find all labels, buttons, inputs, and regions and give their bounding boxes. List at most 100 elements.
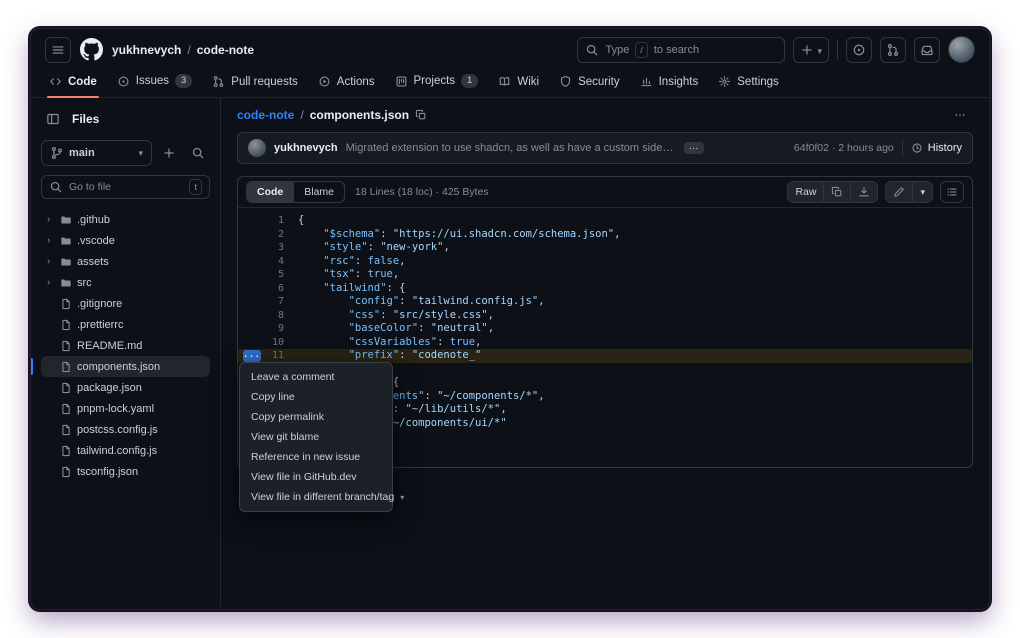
hamburger-menu-button[interactable] — [45, 37, 71, 63]
line-number[interactable]: 6 — [238, 282, 298, 296]
tree-item-src[interactable]: src — [41, 272, 210, 293]
menu-item-view-file-in-github-dev[interactable]: View file in GitHub.dev — [240, 467, 392, 487]
add-file-button[interactable] — [157, 141, 181, 165]
commit-message-expand-button[interactable] — [684, 142, 704, 154]
code-line-9: 9 "baseColor": "neutral", — [238, 322, 972, 336]
search-icon — [585, 43, 599, 57]
line-number[interactable]: 4 — [238, 255, 298, 269]
file-tree-sidebar: Files main Go to file t .g — [31, 98, 221, 607]
tree-item-postcss-config-js[interactable]: postcss.config.js — [41, 419, 210, 440]
copy-raw-button[interactable] — [823, 182, 850, 202]
tab-security[interactable]: Security — [551, 70, 628, 97]
tree-item-gitignore[interactable]: .gitignore — [41, 293, 210, 314]
breadcrumb-repo-link[interactable]: code-note — [237, 108, 294, 122]
tree-item-prettierrc[interactable]: .prettierrc — [41, 314, 210, 335]
commit-sha-link[interactable]: 64f0f02 — [794, 142, 829, 154]
edit-file-group — [885, 181, 933, 203]
pull-requests-dashboard-button[interactable] — [880, 37, 906, 63]
tab-pull-requests[interactable]: Pull requests — [204, 70, 305, 97]
tree-item-assets[interactable]: assets — [41, 251, 210, 272]
edit-file-button[interactable] — [886, 182, 912, 202]
tree-item-vscode[interactable]: .vscode — [41, 230, 210, 251]
tree-item-github[interactable]: .github — [41, 209, 210, 230]
tree-item-label: .vscode — [77, 235, 115, 247]
main-area: Files main Go to file t .g — [31, 98, 989, 607]
go-to-file-key-hint: t — [189, 179, 202, 195]
file-icon — [60, 340, 72, 352]
line-number[interactable]: 8 — [238, 309, 298, 323]
tree-item-pnpm-lock-yaml[interactable]: pnpm-lock.yaml — [41, 398, 210, 419]
line-number[interactable]: 3 — [238, 241, 298, 255]
file-icon — [60, 382, 72, 394]
code-view-button[interactable]: Code — [247, 182, 293, 202]
tab-insights[interactable]: Insights — [632, 70, 707, 97]
tree-item-package-json[interactable]: package.json — [41, 377, 210, 398]
collapse-file-tree-button[interactable] — [41, 107, 65, 131]
code-line-1: 1{ — [238, 214, 972, 228]
breadcrumb-owner-link[interactable]: yukhnevych — [112, 43, 181, 57]
file-icon — [60, 319, 72, 331]
copy-path-icon[interactable] — [415, 109, 427, 121]
menu-item-view-git-blame[interactable]: View git blame — [240, 427, 392, 447]
tab-issues[interactable]: Issues3 — [109, 69, 201, 97]
symbols-panel-button[interactable] — [940, 181, 964, 203]
tree-item-label: postcss.config.js — [77, 424, 158, 436]
line-number[interactable]: 2 — [238, 228, 298, 242]
history-label: History — [928, 142, 962, 154]
edit-file-dropdown-button[interactable] — [912, 182, 932, 202]
breadcrumb-repo-link[interactable]: code-note — [197, 43, 254, 57]
line-number[interactable]: 1 — [238, 214, 298, 228]
chevron-right-icon — [47, 215, 55, 225]
notifications-inbox-button[interactable] — [914, 37, 940, 63]
menu-item-reference-in-new-issue[interactable]: Reference in new issue — [240, 447, 392, 467]
download-raw-button[interactable] — [850, 182, 877, 202]
create-new-button[interactable] — [793, 37, 829, 63]
go-to-file-input[interactable]: Go to file t — [41, 175, 210, 199]
history-button[interactable]: History — [911, 142, 962, 154]
blame-view-button[interactable]: Blame — [293, 182, 344, 202]
commit-author-avatar[interactable] — [248, 139, 266, 157]
menu-item-label: View git blame — [251, 431, 319, 443]
line-number[interactable]: 10 — [238, 336, 298, 350]
tab-actions[interactable]: Actions — [310, 70, 383, 97]
tree-item-components-json[interactable]: components.json — [41, 356, 210, 377]
tree-item-tailwind-config-js[interactable]: tailwind.config.js — [41, 440, 210, 461]
tab-wiki[interactable]: Wiki — [490, 70, 547, 97]
chevron-right-icon — [47, 236, 55, 246]
menu-item-copy-permalink[interactable]: Copy permalink — [240, 407, 392, 427]
repo-nav-tabs: CodeIssues3Pull requestsActionsProjects1… — [31, 69, 989, 98]
branch-selector-button[interactable]: main — [41, 140, 152, 166]
issues-dashboard-button[interactable] — [846, 37, 872, 63]
line-kebab-button[interactable] — [243, 350, 261, 362]
tab-projects[interactable]: Projects1 — [387, 69, 487, 97]
line-content: "prefix": "codenote_" — [298, 349, 481, 363]
tab-code[interactable]: Code — [41, 70, 105, 97]
tab-settings[interactable]: Settings — [710, 70, 787, 97]
code-blame-toggle: Code Blame — [246, 181, 345, 203]
line-number[interactable]: 9 — [238, 322, 298, 336]
code-line-8: 8 "css": "src/style.css", — [238, 309, 972, 323]
github-logo[interactable] — [80, 38, 103, 61]
menu-item-leave-a-comment[interactable]: Leave a comment — [240, 367, 392, 387]
tree-item-tsconfig-json[interactable]: tsconfig.json — [41, 461, 210, 482]
tree-item-readme-md[interactable]: README.md — [41, 335, 210, 356]
line-number[interactable]: 5 — [238, 268, 298, 282]
chevron-down-icon — [817, 41, 822, 59]
user-avatar[interactable] — [948, 36, 975, 63]
menu-item-view-file-in-different-branch-tag[interactable]: View file in different branch/tag — [240, 487, 392, 507]
commit-message[interactable]: Migrated extension to use shadcn, as wel… — [346, 142, 676, 154]
raw-button[interactable]: Raw — [788, 182, 823, 202]
tab-label: Wiki — [517, 76, 539, 88]
file-more-options-button[interactable] — [947, 105, 973, 125]
global-search-input[interactable]: Type / to search — [577, 37, 785, 63]
insights-icon — [640, 75, 653, 88]
files-title: Files — [72, 112, 99, 126]
search-this-repo-button[interactable] — [186, 141, 210, 165]
code-line-7: 7 "config": "tailwind.config.js", — [238, 295, 972, 309]
code-toolbar-actions: Raw — [787, 181, 964, 203]
commit-author[interactable]: yukhnevych — [274, 142, 338, 154]
menu-item-copy-line[interactable]: Copy line — [240, 387, 392, 407]
code-icon — [49, 75, 62, 88]
gear-icon — [718, 75, 731, 88]
line-number[interactable]: 7 — [238, 295, 298, 309]
